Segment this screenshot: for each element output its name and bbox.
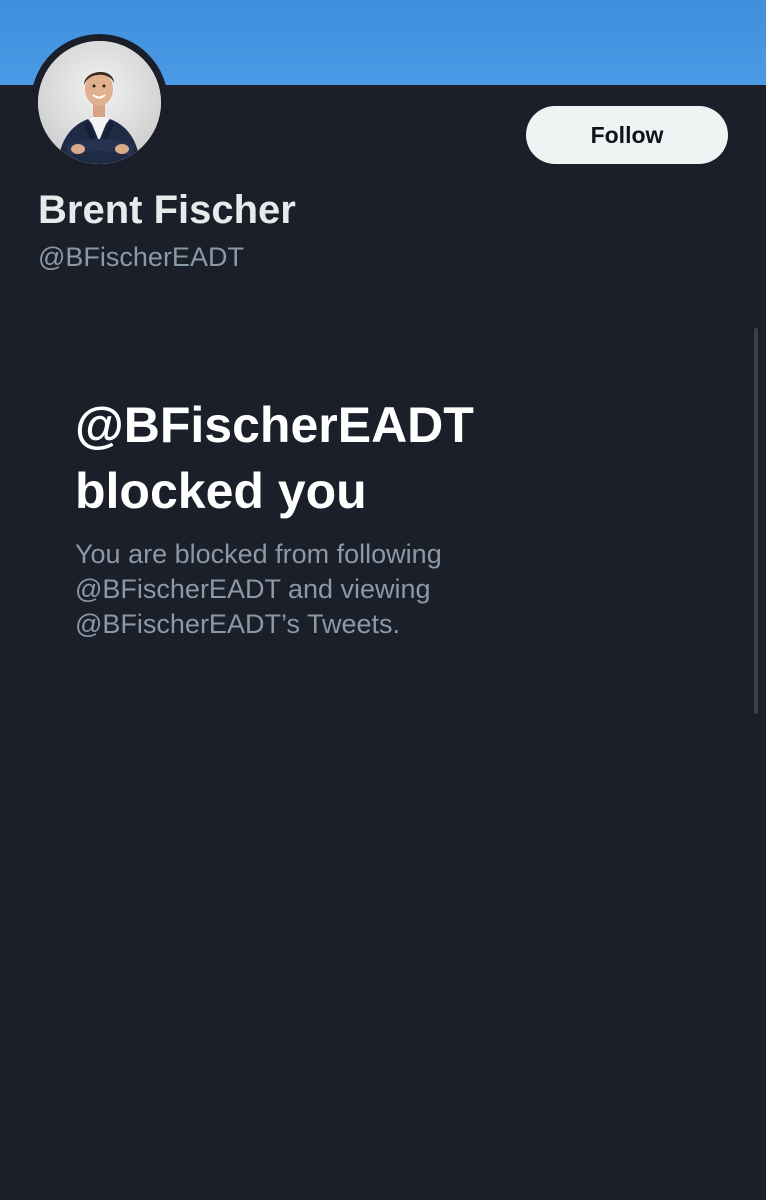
blocked-title: @BFischerEADT blocked you: [75, 397, 474, 519]
profile-page: Follow Brent Fischer @BFischerEADT @BFis…: [0, 0, 766, 1200]
scrollbar[interactable]: [754, 328, 758, 714]
blocked-description: You are blocked from following @BFischer…: [75, 539, 442, 639]
avatar-photo: [38, 41, 161, 164]
follow-button[interactable]: Follow: [526, 106, 728, 164]
avatar[interactable]: [38, 41, 161, 164]
profile-display-name: Brent Fischer: [38, 188, 296, 232]
profile-handle: @BFischerEADT: [38, 242, 244, 272]
